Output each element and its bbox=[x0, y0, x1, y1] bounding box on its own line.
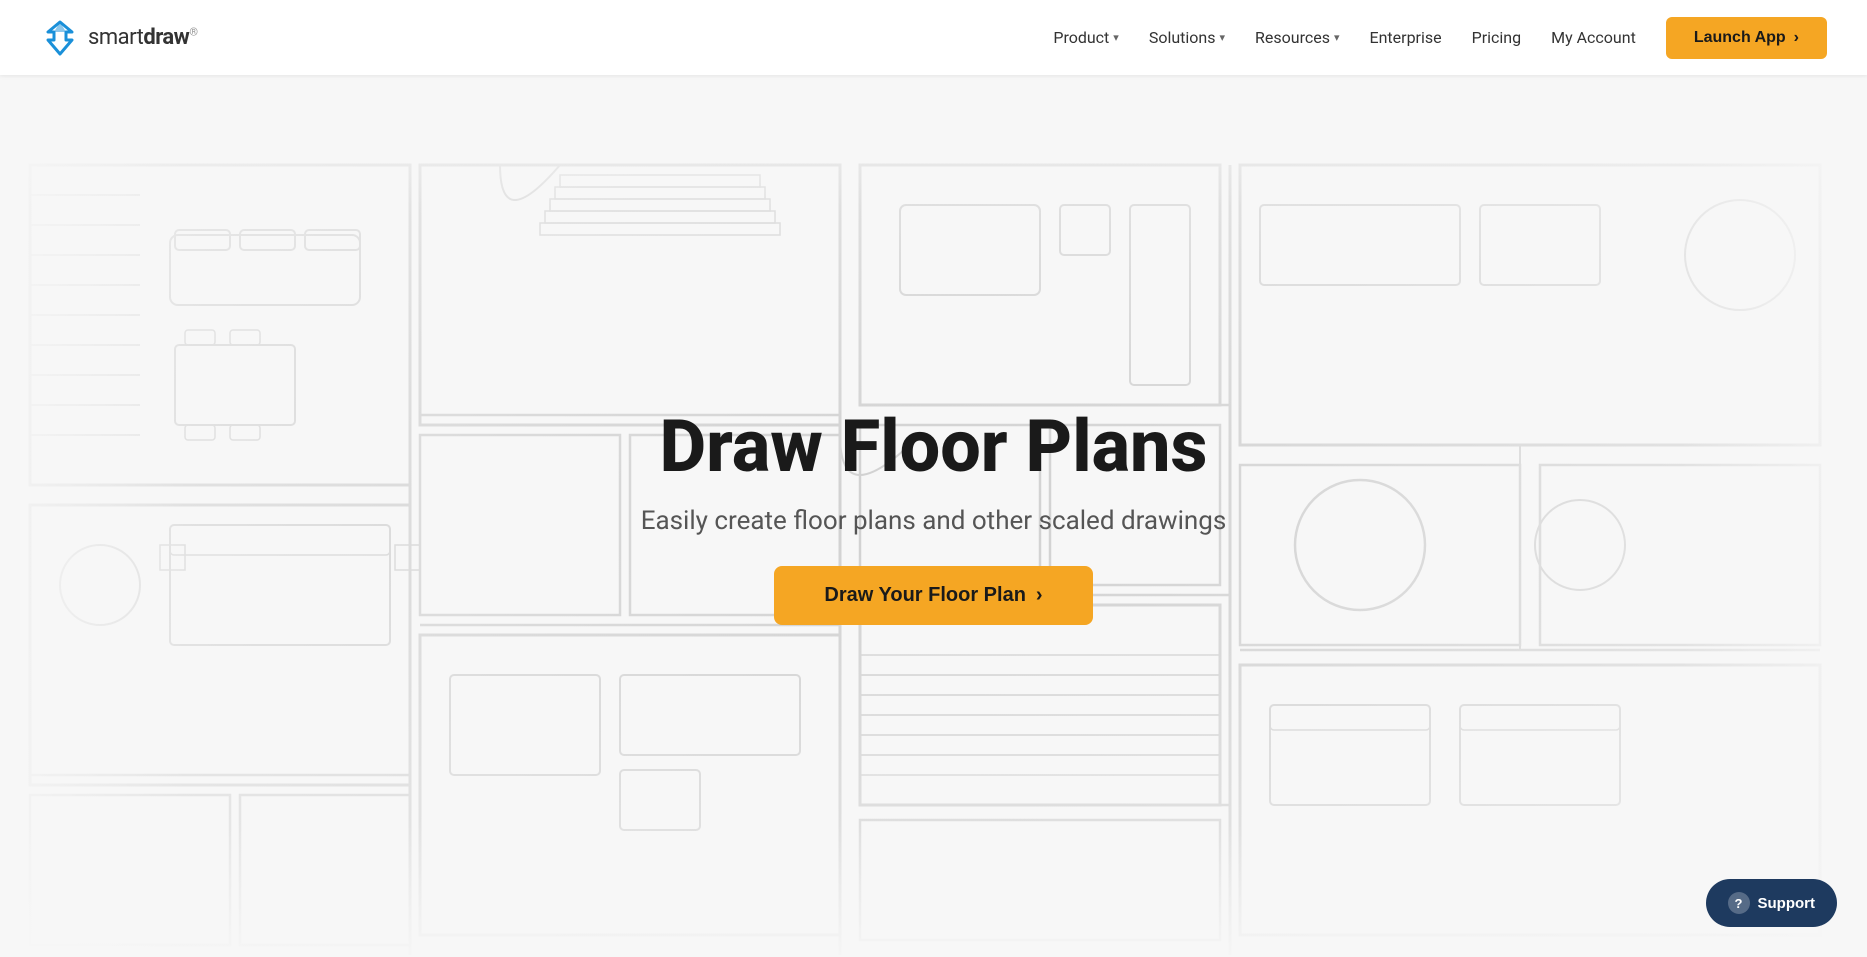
smartdraw-logo-icon bbox=[40, 18, 80, 58]
nav-my-account[interactable]: My Account bbox=[1551, 28, 1636, 47]
launch-app-arrow-icon: › bbox=[1794, 29, 1799, 47]
logo[interactable]: smartdraw® bbox=[40, 18, 197, 58]
nav-links: Product ▾ Solutions ▾ Resources ▾ Enterp… bbox=[1053, 17, 1827, 59]
navbar: smartdraw® Product ▾ Solutions ▾ Resourc… bbox=[0, 0, 1867, 75]
hero-section: Draw Floor Plans Easily create floor pla… bbox=[0, 75, 1867, 957]
solutions-chevron-icon: ▾ bbox=[1220, 31, 1226, 44]
support-icon: ? bbox=[1728, 892, 1750, 914]
cta-arrow-icon: › bbox=[1036, 584, 1043, 607]
product-chevron-icon: ▾ bbox=[1113, 31, 1119, 44]
draw-floor-plan-button[interactable]: Draw Your Floor Plan › bbox=[774, 566, 1092, 625]
nav-solutions[interactable]: Solutions ▾ bbox=[1149, 28, 1225, 47]
nav-resources[interactable]: Resources ▾ bbox=[1255, 28, 1339, 47]
logo-text: smartdraw® bbox=[88, 25, 197, 50]
hero-subtitle: Easily create floor plans and other scal… bbox=[641, 506, 1227, 536]
launch-app-button[interactable]: Launch App › bbox=[1666, 17, 1827, 59]
hero-title: Draw Floor Plans bbox=[659, 407, 1207, 486]
hero-content: Draw Floor Plans Easily create floor pla… bbox=[641, 407, 1227, 625]
support-button[interactable]: ? Support bbox=[1706, 879, 1838, 927]
nav-product[interactable]: Product ▾ bbox=[1053, 28, 1118, 47]
nav-pricing[interactable]: Pricing bbox=[1472, 28, 1522, 47]
resources-chevron-icon: ▾ bbox=[1334, 31, 1340, 44]
nav-enterprise[interactable]: Enterprise bbox=[1370, 28, 1442, 47]
